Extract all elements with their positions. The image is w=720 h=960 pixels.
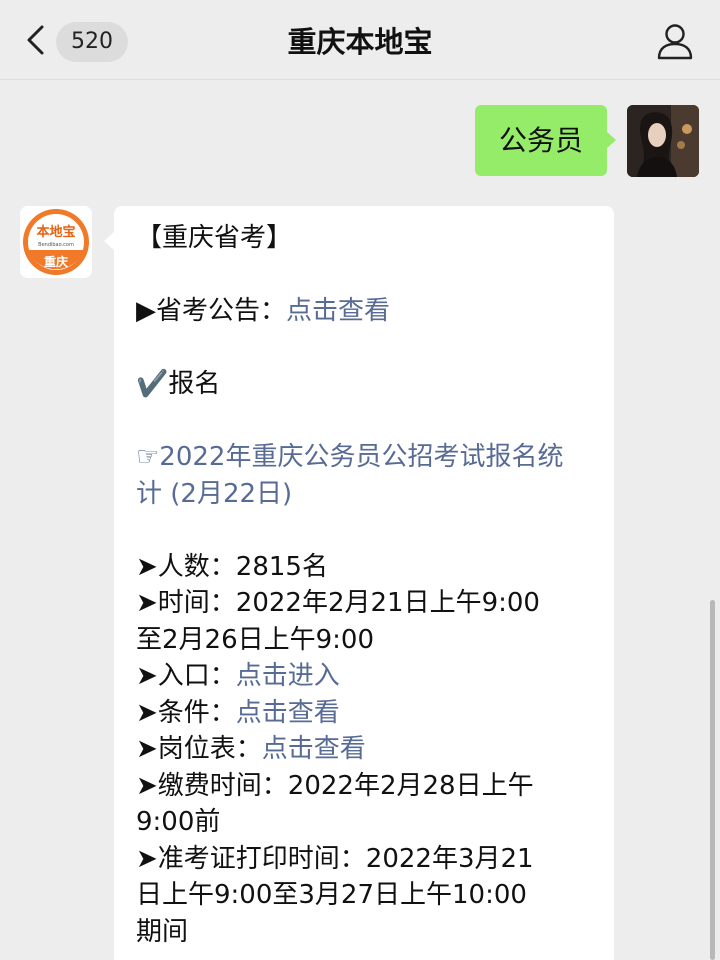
person-icon[interactable]	[656, 22, 694, 60]
time-line-cont: 至2月26日上午9:00	[136, 624, 375, 655]
admit-line-cont: 日上午9:00至3月27日上午10:00	[136, 880, 527, 910]
admit-line: ➤准考证打印时间：2022年3月21	[136, 841, 592, 878]
entry-line: ➤入口：点击进入	[136, 658, 592, 695]
chat-title: 重庆本地宝	[287, 25, 433, 59]
admit-value: 2022年3月21	[365, 843, 534, 874]
user-avatar-image	[627, 105, 699, 177]
svg-text:重庆: 重庆	[44, 254, 68, 269]
positions-label: ➤岗位表：	[136, 734, 262, 764]
positions-line: ➤岗位表：点击查看	[136, 731, 592, 768]
notice-link[interactable]: 点击查看	[286, 296, 390, 326]
bendibao-logo: 本地宝 Bendibao.com 重庆	[20, 206, 92, 278]
admit-label: ➤准考证打印时间：	[136, 843, 366, 874]
condition-link[interactable]: 点击查看	[236, 698, 340, 728]
fee-label: ➤缴费时间：	[136, 770, 288, 801]
notice-line: ▶省考公告：点击查看	[136, 293, 592, 330]
admit-line-end: 期间	[136, 916, 189, 947]
svg-text:Bendibao.com: Bendibao.com	[38, 242, 74, 248]
fee-line: ➤缴费时间：2022年2月28日上午	[136, 768, 592, 805]
positions-link[interactable]: 点击查看	[262, 734, 366, 764]
svg-text:本地宝: 本地宝	[36, 224, 75, 240]
time-line: ➤时间：2022年2月21日上午9:00	[136, 585, 592, 622]
signup-stats-link[interactable]: ☞2022年重庆公务员公招考试报名统计 (2月22日)	[136, 439, 576, 512]
condition-label: ➤条件：	[136, 697, 236, 728]
user-avatar[interactable]	[627, 105, 699, 177]
reply-title: 【重庆省考】	[136, 223, 293, 253]
entry-label: ➤入口：	[136, 661, 236, 691]
chat-header: 520 重庆本地宝	[0, 0, 720, 80]
fee-line-cont: 9:00前	[136, 807, 221, 837]
official-account-avatar[interactable]: 本地宝 Bendibao.com 重庆	[20, 206, 92, 278]
signup-section-heading: ✔️报名	[136, 369, 221, 399]
time-value: 2022年2月21日上午9:00	[235, 588, 540, 618]
count-label: ➤人数：	[136, 551, 236, 582]
fee-value: 2022年2月28日上午	[287, 770, 534, 801]
count-line: ➤人数：2815名	[136, 549, 592, 586]
scrollbar[interactable]	[710, 600, 715, 960]
condition-line: ➤条件：点击查看	[136, 695, 592, 732]
time-label: ➤时间：	[136, 588, 236, 618]
sent-message-bubble[interactable]: 公务员	[475, 105, 616, 176]
count-value: 2815名	[235, 551, 328, 582]
notice-label: ▶省考公告：	[136, 296, 286, 326]
entry-link[interactable]: 点击进入	[236, 661, 340, 691]
received-message-bubble: 【重庆省考】 ▶省考公告：点击查看 ✔️报名 ☞2022年重庆公务员公招考试报名…	[104, 206, 614, 960]
